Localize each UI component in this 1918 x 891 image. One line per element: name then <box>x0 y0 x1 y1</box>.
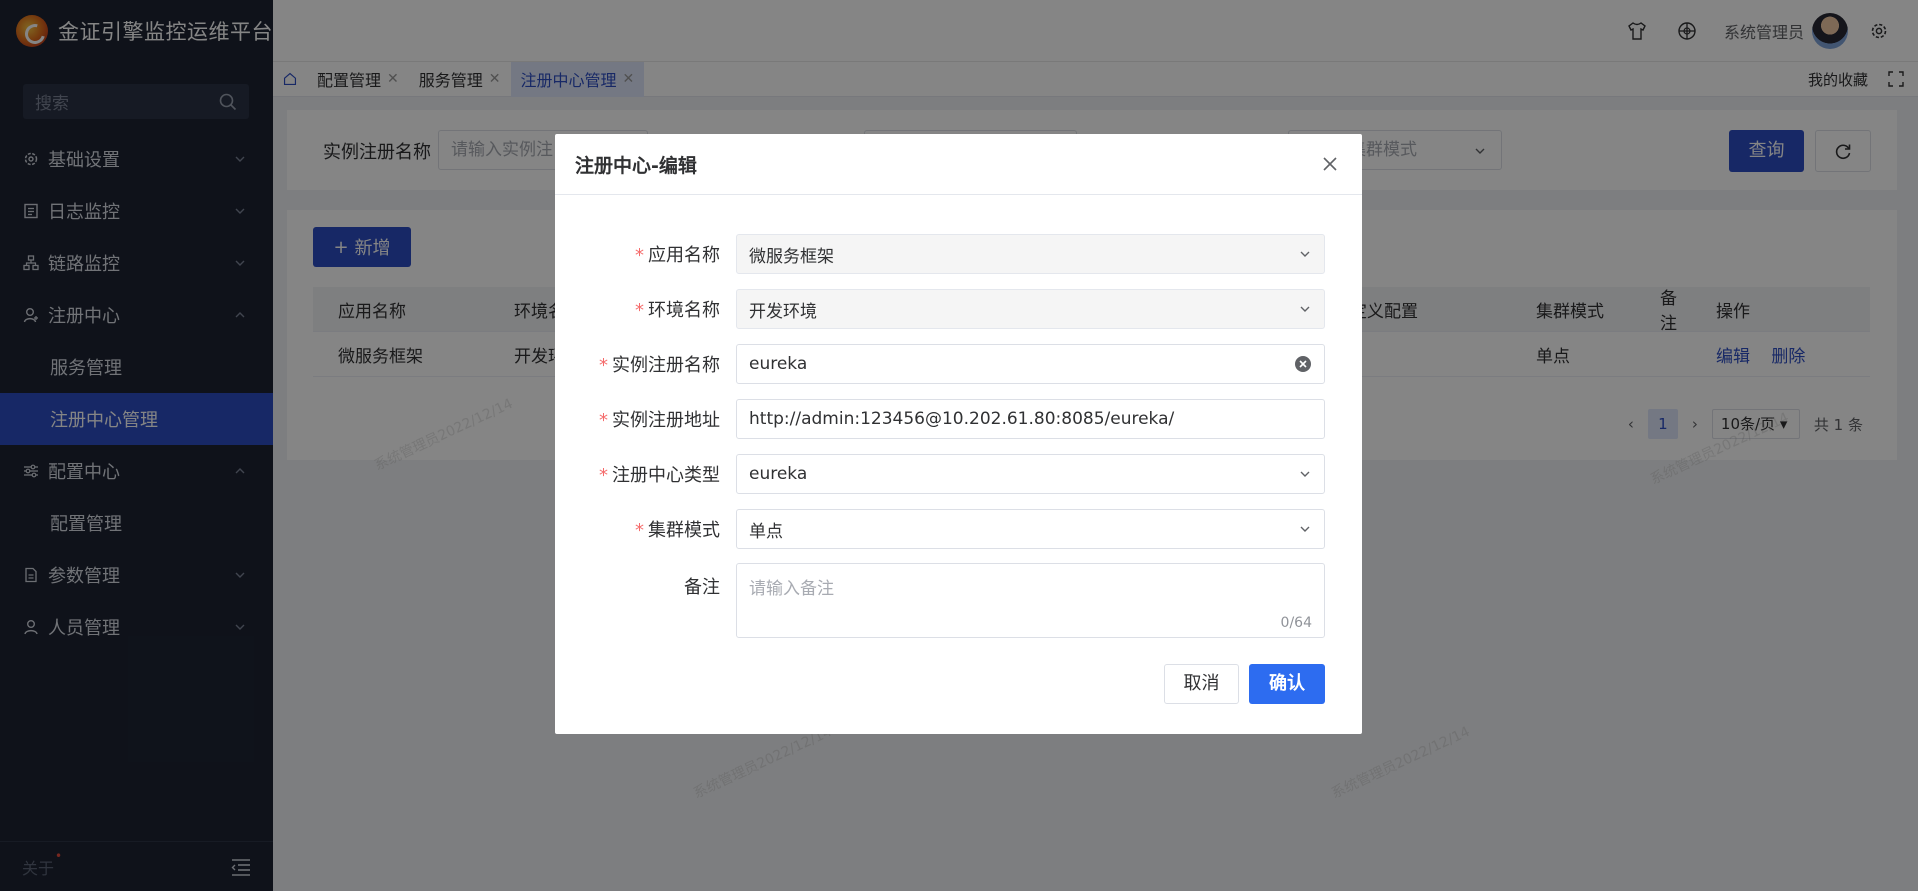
field-label-text: 实例注册名称 <box>612 355 720 376</box>
field-label-text: 实例注册地址 <box>612 410 720 431</box>
field-label-text: 注册中心类型 <box>612 465 720 486</box>
field-label: * 应用名称 <box>555 241 728 267</box>
cluster-mode-value: 单点 <box>749 521 783 542</box>
chevron-down-icon <box>1300 306 1310 312</box>
app-name-select[interactable]: 微服务框架 <box>736 234 1325 274</box>
field-label-text: 集群模式 <box>648 520 720 541</box>
field-label: * 实例注册名称 <box>555 351 728 377</box>
edit-dialog: 注册中心-编辑 * 应用名称 微服务框架 * 环境名称 开发环境 * 实例注册名称 e… <box>555 134 1362 734</box>
chevron-down-icon <box>1300 251 1310 257</box>
clear-icon[interactable] <box>1294 355 1312 373</box>
required-mark: * <box>635 520 644 541</box>
remark-textarea[interactable]: 请输入备注 0/64 <box>736 563 1325 638</box>
remark-placeholder: 请输入备注 <box>749 579 834 599</box>
env-name-select[interactable]: 开发环境 <box>736 289 1325 329</box>
remark-label: 备注 <box>684 577 720 598</box>
dialog-title: 注册中心-编辑 <box>575 154 697 177</box>
char-count: 0/64 <box>1280 615 1312 631</box>
dialog-header: 注册中心-编辑 <box>555 134 1362 195</box>
field-label-text: 环境名称 <box>648 300 720 321</box>
field-label: * 实例注册地址 <box>555 406 728 432</box>
cancel-button[interactable]: 取消 <box>1164 664 1239 704</box>
field-label: * 集群模式 <box>555 516 728 542</box>
required-mark: * <box>635 245 644 266</box>
registry-type-select[interactable]: eureka <box>736 454 1325 494</box>
form-row-instance-name: * 实例注册名称 eureka <box>555 344 1362 384</box>
field-label-text: 应用名称 <box>648 245 720 266</box>
instance-name-field[interactable]: eureka <box>736 344 1325 384</box>
form-row-app-name: * 应用名称 微服务框架 <box>555 234 1362 274</box>
field-label: * 注册中心类型 <box>555 461 728 487</box>
instance-address-value: http://admin:123456@10.202.61.80:8085/eu… <box>749 409 1175 429</box>
required-mark: * <box>635 300 644 321</box>
close-icon[interactable] <box>1320 154 1340 174</box>
required-mark: * <box>599 410 608 431</box>
app-name-value: 微服务框架 <box>749 246 834 267</box>
confirm-button[interactable]: 确认 <box>1249 664 1325 704</box>
registry-type-value: eureka <box>749 464 808 484</box>
form-row-env-name: * 环境名称 开发环境 <box>555 289 1362 329</box>
form-row-cluster-mode: * 集群模式 单点 <box>555 509 1362 549</box>
required-mark: * <box>599 465 608 486</box>
instance-name-value: eureka <box>749 354 808 374</box>
chevron-down-icon <box>1300 471 1310 477</box>
chevron-down-icon <box>1300 526 1310 532</box>
form-row-registry-type: * 注册中心类型 eureka <box>555 454 1362 494</box>
required-mark: * <box>599 355 608 376</box>
env-name-value: 开发环境 <box>749 301 817 322</box>
instance-address-field[interactable]: http://admin:123456@10.202.61.80:8085/eu… <box>736 399 1325 439</box>
cluster-mode-select[interactable]: 单点 <box>736 509 1325 549</box>
form-row-instance-address: * 实例注册地址 http://admin:123456@10.202.61.80… <box>555 399 1362 439</box>
field-label: * 环境名称 <box>555 296 728 322</box>
